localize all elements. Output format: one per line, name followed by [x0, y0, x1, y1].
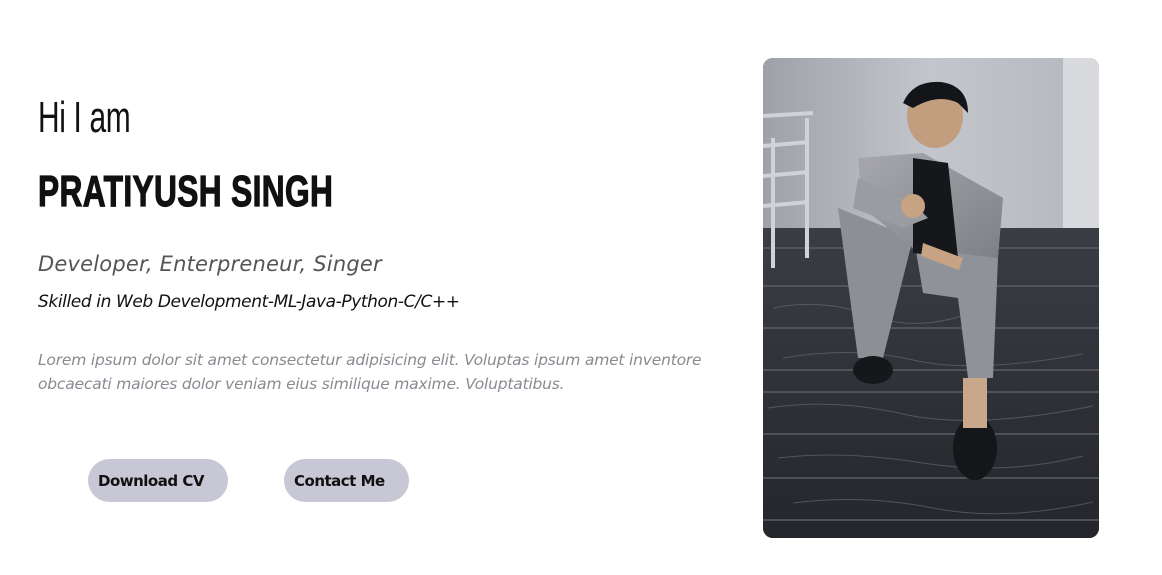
skills-text: Skilled in Web Development-ML-Java-Pytho… — [38, 292, 460, 312]
profile-photo — [763, 58, 1099, 538]
profile-photo-illustration — [763, 58, 1099, 538]
download-cv-button[interactable]: Download CV — [88, 459, 228, 502]
person-name: PRATIYUSH SINGH — [38, 167, 334, 216]
description-text: Lorem ipsum dolor sit amet consectetur a… — [38, 351, 702, 393]
greeting-text: Hi I am — [38, 93, 131, 142]
roles-text: Developer, Enterpreneur, Singer — [38, 252, 382, 276]
contact-me-button[interactable]: Contact Me — [284, 459, 409, 502]
